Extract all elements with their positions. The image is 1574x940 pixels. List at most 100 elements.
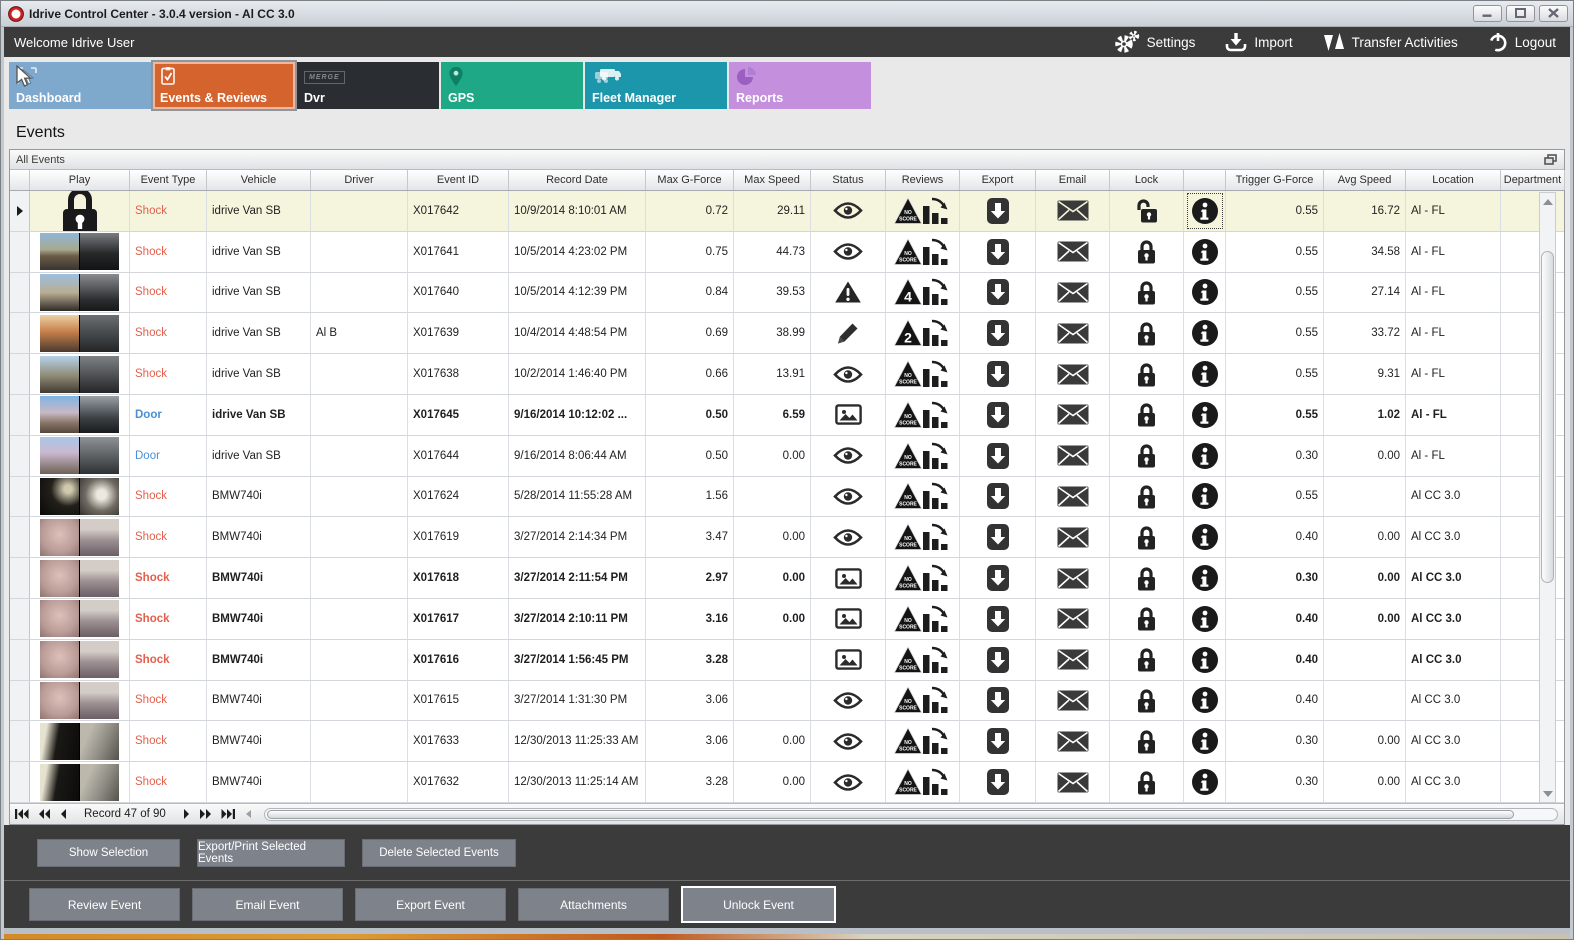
column-header-event-id[interactable]: Event ID	[408, 170, 509, 190]
table-row[interactable]: Shock BMW740i X017624 5/28/2014 11:55:28 AM…	[10, 476, 1564, 518]
review-score-icon[interactable]: NO SCORE	[894, 196, 951, 226]
export-event-icon[interactable]	[986, 523, 1010, 551]
export-event-icon[interactable]	[986, 319, 1010, 347]
event-video-thumbnail[interactable]	[40, 477, 119, 515]
table-row[interactable]: Door idrive Van SB X017645 9/16/2014 10:12:…	[10, 394, 1564, 436]
review-score-icon[interactable]: NO SCORE	[894, 522, 951, 552]
show-selection-button[interactable]: Show Selection	[37, 838, 180, 867]
column-header-info[interactable]	[1184, 170, 1226, 190]
column-header-department[interactable]: Department	[1501, 170, 1565, 190]
table-row[interactable]: Door idrive Van SB X017644 9/16/2014 8:06:4…	[10, 435, 1564, 477]
review-score-icon[interactable]: NO SCORE	[894, 645, 951, 675]
scroll-up-icon[interactable]	[1540, 193, 1555, 210]
event-video-thumbnail[interactable]	[40, 396, 119, 434]
email-event-icon[interactable]	[1057, 404, 1089, 425]
review-score-icon[interactable]: NO SCORE	[894, 685, 951, 715]
table-row[interactable]: Shock idrive Van SB Al B X017639 10/4/2014 4…	[10, 313, 1564, 355]
export-event-icon[interactable]	[986, 238, 1010, 266]
table-row[interactable]: Shock idrive Van SB X017641 10/5/2014 4:23:…	[10, 231, 1564, 273]
lock-icon[interactable]	[1136, 728, 1157, 755]
review-score-icon[interactable]: NO SCORE	[894, 481, 951, 511]
column-header-status[interactable]: Status	[811, 170, 886, 190]
review-score-icon[interactable]: 4	[894, 277, 951, 307]
previous-record-button[interactable]	[60, 808, 67, 820]
table-row[interactable]: Shock BMW740i X017618 3/27/2014 2:11:54 PM 2…	[10, 558, 1564, 599]
tile-gps[interactable]: GPS	[441, 62, 583, 109]
email-event-icon[interactable]	[1057, 649, 1089, 670]
column-header-play[interactable]: Play	[30, 170, 130, 190]
event-video-thumbnail[interactable]	[40, 763, 119, 801]
export-event-icon[interactable]	[986, 564, 1010, 592]
settings-button[interactable]: Settings	[1114, 30, 1195, 54]
column-header-record-date[interactable]: Record Date	[509, 170, 646, 190]
column-header-reviews[interactable]: Reviews	[886, 170, 960, 190]
review-score-icon[interactable]: NO SCORE	[894, 767, 951, 797]
horizontal-scrollbar[interactable]	[263, 807, 1558, 821]
horizontal-scroll-thumb[interactable]	[266, 809, 1514, 819]
tile-events-reviews[interactable]: Events & Reviews	[151, 60, 297, 111]
event-video-thumbnail[interactable]	[40, 314, 119, 352]
info-icon[interactable]	[1191, 686, 1219, 714]
info-icon[interactable]	[1191, 482, 1219, 510]
info-icon[interactable]	[1191, 605, 1219, 633]
table-row[interactable]: Shock BMW740i X017615 3/27/2014 1:31:30 PM 3…	[10, 680, 1564, 722]
event-video-thumbnail[interactable]	[40, 600, 119, 638]
event-video-thumbnail[interactable]	[40, 518, 119, 556]
lock-icon[interactable]	[1136, 442, 1157, 469]
email-event-button[interactable]: Email Event	[192, 888, 343, 921]
email-event-icon[interactable]	[1057, 200, 1089, 221]
table-row[interactable]: Shock BMW740i X017632 12/30/2013 11:25:14 A…	[10, 762, 1564, 803]
export-event-icon[interactable]	[986, 646, 1010, 674]
export-event-icon[interactable]	[986, 442, 1010, 470]
transfer-activities-button[interactable]: Transfer Activities	[1323, 32, 1458, 52]
scroll-down-icon[interactable]	[1540, 785, 1555, 802]
email-event-icon[interactable]	[1057, 690, 1089, 711]
review-score-icon[interactable]: 2	[894, 318, 951, 348]
lock-icon[interactable]	[1136, 361, 1157, 388]
column-header-event-type[interactable]: Event Type	[130, 170, 207, 190]
info-icon[interactable]	[1191, 442, 1219, 470]
export-event-icon[interactable]	[986, 727, 1010, 755]
column-header-max-speed[interactable]: Max Speed	[734, 170, 811, 190]
attachments-button[interactable]: Attachments	[518, 888, 669, 921]
info-icon[interactable]	[1191, 768, 1219, 796]
lock-icon[interactable]	[1136, 769, 1157, 796]
lock-icon[interactable]	[1136, 687, 1157, 714]
next-record-button[interactable]	[183, 808, 190, 820]
info-icon[interactable]	[1191, 278, 1219, 306]
minimize-button[interactable]	[1473, 5, 1502, 22]
event-video-thumbnail[interactable]	[40, 641, 119, 679]
column-header-export[interactable]: Export	[960, 170, 1036, 190]
column-header-vehicle[interactable]: Vehicle	[207, 170, 311, 190]
event-video-thumbnail[interactable]	[40, 233, 119, 271]
email-event-icon[interactable]	[1057, 323, 1089, 344]
unlock-icon[interactable]	[1135, 197, 1159, 224]
email-event-icon[interactable]	[1057, 731, 1089, 752]
info-icon[interactable]	[1191, 319, 1219, 347]
review-score-icon[interactable]: NO SCORE	[894, 726, 951, 756]
email-event-icon[interactable]	[1057, 364, 1089, 385]
export-event-icon[interactable]	[986, 482, 1010, 510]
export-event-button[interactable]: Export Event	[355, 888, 506, 921]
lock-icon[interactable]	[1136, 238, 1157, 265]
column-header-trigger-g-force[interactable]: Trigger G-Force	[1226, 170, 1324, 190]
logout-button[interactable]: Logout	[1488, 32, 1556, 52]
lock-icon[interactable]	[1136, 320, 1157, 347]
lock-icon[interactable]	[1136, 401, 1157, 428]
email-event-icon[interactable]	[1057, 282, 1089, 303]
export-event-icon[interactable]	[986, 197, 1010, 225]
column-header-gutter[interactable]	[10, 170, 30, 190]
email-event-icon[interactable]	[1057, 608, 1089, 629]
close-button[interactable]	[1539, 5, 1568, 22]
column-header-email[interactable]: Email	[1036, 170, 1110, 190]
lock-icon[interactable]	[1136, 524, 1157, 551]
email-event-icon[interactable]	[1057, 772, 1089, 793]
info-icon[interactable]	[1191, 523, 1219, 551]
tile-dashboard[interactable]: Dashboard	[9, 62, 151, 109]
review-score-icon[interactable]: NO SCORE	[894, 359, 951, 389]
review-score-icon[interactable]: NO SCORE	[894, 441, 951, 471]
email-event-icon[interactable]	[1057, 445, 1089, 466]
review-score-icon[interactable]: NO SCORE	[894, 237, 951, 267]
table-row[interactable]: Shock BMW740i X017619 3/27/2014 2:14:34 PM 3…	[10, 517, 1564, 559]
maximize-button[interactable]	[1506, 5, 1535, 22]
